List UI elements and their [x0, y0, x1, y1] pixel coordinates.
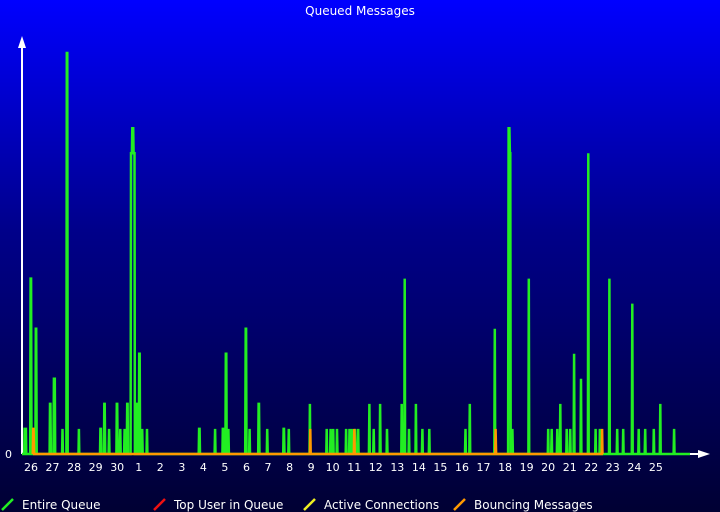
x-tick-label: 25 [649, 461, 663, 474]
legend-marker-entire-queue [1, 498, 14, 511]
x-tick-label: 18 [498, 461, 512, 474]
x-axis-arrow [698, 450, 710, 458]
x-tick-label: 27 [46, 461, 60, 474]
legend-marker-active-connections [303, 498, 316, 511]
x-tick-label: 10 [326, 461, 340, 474]
legend-label-bouncing-messages: Bouncing Messages [474, 498, 593, 512]
x-tick-label: 29 [89, 461, 103, 474]
x-tick-label: 3 [178, 461, 185, 474]
x-tick-label: 11 [347, 461, 361, 474]
x-tick-label: 21 [563, 461, 577, 474]
x-tick-label: 4 [200, 461, 207, 474]
x-tick-label: 26 [24, 461, 38, 474]
legend-marker-bouncing-messages [453, 498, 466, 511]
x-tick-label: 17 [477, 461, 491, 474]
x-tick-label: 9 [308, 461, 315, 474]
x-tick-label: 16 [455, 461, 469, 474]
x-tick-label: 1 [135, 461, 142, 474]
x-tick-label: 7 [265, 461, 272, 474]
chart-container: Queued Messages 0 26 27 28 29 30 1 2 3 4 5 6 7 8 9 10 11… [0, 0, 720, 512]
series-line-entire-queue [22, 51, 690, 456]
x-tick-label: 28 [67, 461, 81, 474]
x-tick-label: 5 [221, 461, 228, 474]
x-tick-label: 6 [243, 461, 250, 474]
x-tick-label: 12 [369, 461, 383, 474]
legend-marker-top-user-in-queue [153, 498, 166, 511]
x-tick-label: 24 [627, 461, 641, 474]
legend-label-active-connections: Active Connections [324, 498, 439, 512]
chart-svg: 026 27 28 29 30 1 2 3 4 5 6 7 8 9 10 11 12 13 14 15 16 17 18 19… [1, 36, 710, 512]
legend-label-entire-queue: Entire Queue [22, 498, 101, 512]
x-tick-label: 14 [412, 461, 426, 474]
x-tick-label: 8 [286, 461, 293, 474]
x-tick-label: 20 [541, 461, 555, 474]
y-axis-arrow [18, 36, 26, 48]
x-tick-label: 23 [606, 461, 620, 474]
x-tick-label: 19 [520, 461, 534, 474]
x-tick-label: 30 [110, 461, 124, 474]
x-tick-label: 2 [157, 461, 164, 474]
x-tick-label: 15 [433, 461, 447, 474]
y-tick-label: 0 [5, 448, 12, 461]
x-tick-label: 22 [584, 461, 598, 474]
x-tick-label: 13 [390, 461, 404, 474]
legend-label-top-user-in-queue: Top User in Queue [173, 498, 283, 512]
